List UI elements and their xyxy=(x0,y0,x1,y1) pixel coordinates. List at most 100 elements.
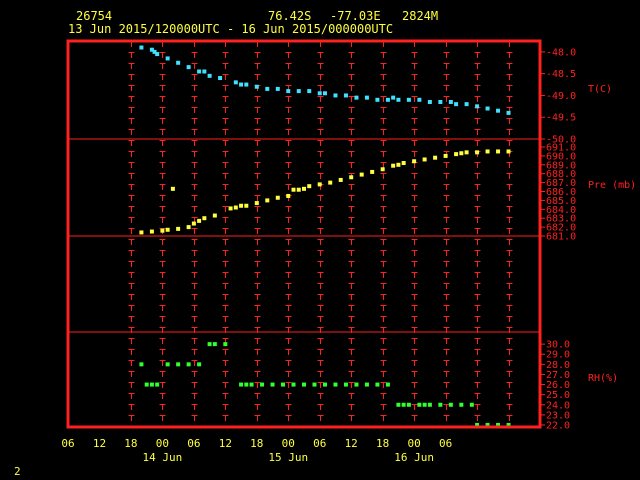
data-point xyxy=(333,93,338,98)
x-tick-label: 06 xyxy=(61,437,74,450)
x-tick-label: 06 xyxy=(187,437,200,450)
data-point xyxy=(239,82,244,87)
x-tick-label: 12 xyxy=(93,437,106,450)
data-point xyxy=(139,362,144,367)
data-point xyxy=(275,195,280,200)
data-point xyxy=(396,97,401,102)
data-point xyxy=(485,106,490,111)
data-point xyxy=(312,382,317,387)
y-tick-label: -49.0 xyxy=(546,91,576,102)
data-point xyxy=(496,108,501,113)
data-point xyxy=(506,110,511,115)
data-point xyxy=(354,95,359,100)
x-tick-label: 06 xyxy=(439,437,452,450)
data-point xyxy=(170,186,175,191)
data-point xyxy=(391,163,396,168)
data-point xyxy=(291,382,296,387)
data-point xyxy=(454,102,459,107)
y-tick-label: -48.5 xyxy=(546,69,576,80)
y-axis-label: Pre (mb) xyxy=(588,180,636,191)
x-tick-label: 18 xyxy=(124,437,137,450)
data-point xyxy=(385,382,390,387)
data-point xyxy=(307,89,312,94)
data-point xyxy=(354,382,359,387)
data-point xyxy=(427,402,432,407)
data-point xyxy=(286,193,291,198)
data-point xyxy=(427,99,432,104)
data-point xyxy=(265,198,270,203)
data-point xyxy=(333,382,338,387)
data-point xyxy=(396,162,401,167)
data-point xyxy=(385,97,390,102)
data-point xyxy=(155,382,160,387)
data-point xyxy=(275,86,280,91)
data-point xyxy=(165,227,170,232)
data-point xyxy=(244,203,249,208)
data-point xyxy=(186,225,191,230)
data-point xyxy=(212,213,217,218)
x-tick-label: 06 xyxy=(313,437,326,450)
data-point xyxy=(228,206,233,211)
data-point xyxy=(176,60,181,65)
data-point xyxy=(375,97,380,102)
data-point xyxy=(197,69,202,74)
data-point xyxy=(249,382,254,387)
x-tick-label: 00 xyxy=(408,437,421,450)
data-point xyxy=(202,216,207,221)
data-point xyxy=(291,187,296,192)
data-point xyxy=(212,342,217,347)
data-point xyxy=(202,69,207,74)
data-point xyxy=(359,172,364,177)
data-point xyxy=(302,382,306,387)
data-point xyxy=(155,52,160,57)
data-point xyxy=(160,228,165,233)
data-point xyxy=(218,76,223,81)
data-point xyxy=(233,80,238,85)
data-point xyxy=(197,362,202,367)
x-day-label: 14 Jun xyxy=(143,451,183,464)
data-point xyxy=(391,95,396,100)
y-axis-label: RH(%) xyxy=(588,373,618,384)
x-tick-label: 18 xyxy=(250,437,263,450)
data-point xyxy=(296,187,301,192)
data-point xyxy=(322,91,327,96)
data-point xyxy=(464,102,469,107)
data-point xyxy=(197,218,202,223)
data-point xyxy=(260,382,265,387)
y-tick-label: -49.5 xyxy=(546,113,576,124)
data-point xyxy=(223,342,228,347)
data-point xyxy=(207,342,212,347)
data-point xyxy=(265,86,270,91)
y-axis-label: T(C) xyxy=(588,84,612,95)
data-point xyxy=(144,382,149,387)
data-point xyxy=(239,382,244,387)
data-point xyxy=(448,99,453,104)
data-point xyxy=(401,161,406,166)
x-day-label: 15 Jun xyxy=(268,451,308,464)
data-point xyxy=(412,159,417,164)
data-point xyxy=(176,362,181,367)
data-point xyxy=(438,99,443,104)
data-point xyxy=(475,150,480,155)
data-point xyxy=(417,97,422,102)
x-day-label: 16 Jun xyxy=(394,451,434,464)
data-point xyxy=(448,402,453,407)
data-point xyxy=(286,89,291,94)
x-tick-label: 00 xyxy=(156,437,169,450)
data-point xyxy=(417,402,422,407)
meteogram-chart: -48.0-48.5-49.0-49.5-50.0T(C)691.0690.06… xyxy=(61,39,636,464)
data-point xyxy=(328,180,333,185)
x-tick-label: 12 xyxy=(345,437,358,450)
data-point xyxy=(165,362,170,367)
data-point xyxy=(139,45,144,50)
data-point xyxy=(364,95,369,100)
x-tick-label: 12 xyxy=(219,437,232,450)
data-point xyxy=(244,382,249,387)
data-point xyxy=(364,382,369,387)
data-point xyxy=(338,177,343,182)
data-point xyxy=(233,205,238,210)
data-point xyxy=(454,152,459,157)
x-tick-label: 00 xyxy=(282,437,295,450)
data-point xyxy=(496,149,501,154)
data-point xyxy=(296,89,301,94)
